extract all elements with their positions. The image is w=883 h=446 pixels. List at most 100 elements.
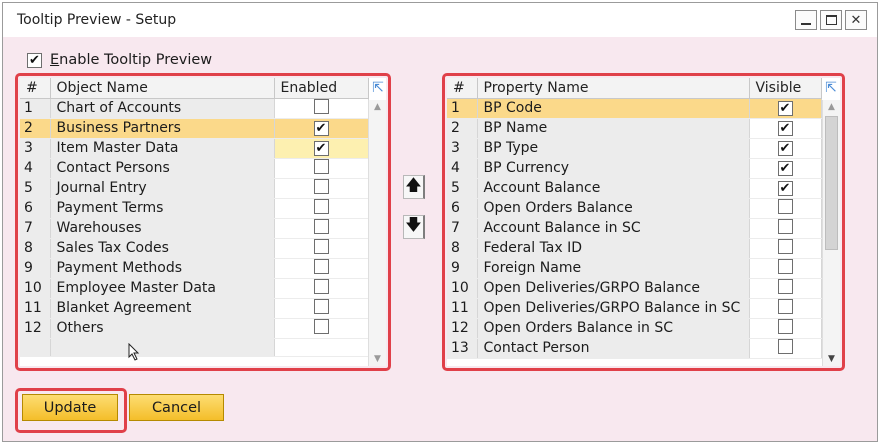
objects-row-name: Business Partners — [50, 118, 275, 139]
visible-checkbox[interactable] — [777, 218, 793, 234]
objects-col-num[interactable]: # — [20, 78, 51, 99]
objects-row[interactable]: 3 Item Master Data ✔ — [20, 138, 369, 159]
update-button[interactable]: Update — [22, 394, 118, 421]
properties-row-name: Foreign Name — [477, 258, 750, 279]
objects-row[interactable]: 1 Chart of Accounts — [20, 98, 369, 119]
properties-row[interactable]: 9 Foreign Name — [447, 258, 822, 279]
visible-checkbox[interactable] — [777, 238, 793, 254]
objects-row[interactable]: 4 Contact Persons — [20, 158, 369, 179]
scroll-thumb[interactable] — [825, 116, 838, 250]
objects-row-checkbox-cell: ✔ — [274, 138, 369, 159]
properties-scrollbar[interactable]: ▲ ▼ — [822, 100, 840, 366]
scroll-down-icon[interactable]: ▼ — [823, 352, 840, 366]
objects-row-number: 5 — [20, 178, 51, 199]
properties-row-name: Open Orders Balance — [477, 198, 750, 219]
visible-checkbox[interactable]: ✔ — [777, 121, 793, 136]
objects-scrollbar[interactable]: ▲ ▼ — [368, 100, 386, 366]
enabled-checkbox[interactable] — [313, 178, 329, 194]
expand-icon[interactable]: ⇱ — [370, 80, 386, 96]
enabled-checkbox[interactable] — [313, 318, 329, 334]
properties-row-number: 8 — [447, 238, 478, 259]
properties-row[interactable]: 13 Contact Person — [447, 338, 822, 359]
properties-row[interactable]: 12 Open Orders Balance in SC — [447, 318, 822, 339]
objects-row[interactable]: 7 Warehouses — [20, 218, 369, 239]
check-icon: ✔ — [779, 161, 791, 176]
scroll-up-icon[interactable]: ▲ — [823, 100, 840, 114]
objects-row-name: Sales Tax Codes — [50, 238, 275, 259]
scroll-up-icon[interactable]: ▲ — [369, 100, 386, 114]
properties-row-name: Open Deliveries/GRPO Balance in SC — [477, 298, 750, 319]
properties-row-number: 2 — [447, 118, 478, 139]
properties-row[interactable]: 4 BP Currency ✔ — [447, 158, 822, 179]
move-up-button[interactable]: 🡅 — [403, 175, 425, 199]
objects-col-enabled[interactable]: Enabled — [274, 78, 369, 99]
objects-row[interactable]: 6 Payment Terms — [20, 198, 369, 219]
properties-row-name: Open Orders Balance in SC — [477, 318, 750, 339]
move-down-button[interactable]: 🡇 — [403, 215, 425, 239]
properties-row[interactable]: 3 BP Type ✔ — [447, 138, 822, 159]
properties-col-name[interactable]: Property Name — [477, 78, 750, 99]
properties-row-number: 1 — [447, 98, 478, 119]
check-icon: ✔ — [315, 141, 327, 156]
properties-row[interactable]: 8 Federal Tax ID — [447, 238, 822, 259]
enabled-checkbox[interactable] — [313, 158, 329, 174]
visible-checkbox[interactable] — [777, 298, 793, 314]
cancel-button[interactable]: Cancel — [129, 394, 224, 421]
objects-row[interactable]: 8 Sales Tax Codes — [20, 238, 369, 259]
visible-checkbox[interactable] — [777, 198, 793, 214]
enabled-checkbox[interactable] — [313, 258, 329, 274]
properties-row-number: 5 — [447, 178, 478, 199]
objects-row[interactable]: 11 Blanket Agreement — [20, 298, 369, 319]
properties-row[interactable]: 7 Account Balance in SC — [447, 218, 822, 239]
properties-row-number: 11 — [447, 298, 478, 319]
objects-row-number: 6 — [20, 198, 51, 219]
objects-row[interactable]: 12 Others — [20, 318, 369, 339]
properties-row-number: 4 — [447, 158, 478, 179]
properties-row[interactable]: 1 BP Code ✔ — [447, 98, 822, 119]
visible-checkbox[interactable]: ✔ — [777, 181, 793, 196]
objects-row-number: 11 — [20, 298, 51, 319]
properties-row[interactable]: 6 Open Orders Balance — [447, 198, 822, 219]
objects-row-checkbox-cell — [274, 318, 369, 339]
properties-col-num[interactable]: # — [447, 78, 478, 99]
properties-col-visible[interactable]: Visible — [749, 78, 822, 99]
objects-col-name[interactable]: Object Name — [50, 78, 275, 99]
objects-row[interactable]: 2 Business Partners ✔ — [20, 118, 369, 139]
objects-row-checkbox-cell — [274, 278, 369, 299]
objects-row-name: Chart of Accounts — [50, 98, 275, 119]
enabled-checkbox[interactable] — [313, 278, 329, 294]
properties-row[interactable]: 11 Open Deliveries/GRPO Balance in SC — [447, 298, 822, 319]
minimize-button[interactable] — [795, 10, 817, 30]
enabled-checkbox[interactable] — [313, 238, 329, 254]
objects-row[interactable]: 5 Journal Entry — [20, 178, 369, 199]
properties-row-checkbox-cell — [749, 258, 822, 279]
visible-checkbox[interactable] — [777, 338, 793, 354]
objects-row[interactable]: 10 Employee Master Data — [20, 278, 369, 299]
scroll-down-icon[interactable]: ▼ — [369, 352, 386, 366]
visible-checkbox[interactable] — [777, 258, 793, 274]
maximize-button[interactable] — [820, 10, 842, 30]
visible-checkbox[interactable]: ✔ — [777, 101, 793, 116]
enabled-checkbox[interactable] — [313, 198, 329, 214]
properties-row[interactable]: 5 Account Balance ✔ — [447, 178, 822, 199]
properties-row-number: 7 — [447, 218, 478, 239]
close-button[interactable]: ✕ — [845, 10, 867, 30]
objects-row-checkbox-cell — [274, 238, 369, 259]
enabled-checkbox[interactable]: ✔ — [313, 121, 329, 136]
visible-checkbox[interactable] — [777, 278, 793, 294]
objects-empty-cell — [50, 338, 275, 357]
enabled-checkbox[interactable] — [313, 298, 329, 314]
enable-tooltip-checkbox[interactable]: ✔ — [27, 52, 42, 68]
enabled-checkbox[interactable] — [313, 218, 329, 234]
visible-checkbox[interactable]: ✔ — [777, 161, 793, 176]
enabled-checkbox[interactable]: ✔ — [313, 141, 329, 156]
properties-row[interactable]: 10 Open Deliveries/GRPO Balance — [447, 278, 822, 299]
visible-checkbox[interactable] — [777, 318, 793, 334]
objects-row[interactable]: 9 Payment Methods — [20, 258, 369, 279]
objects-row-checkbox-cell — [274, 298, 369, 319]
enabled-checkbox[interactable] — [313, 98, 329, 114]
properties-row[interactable]: 2 BP Name ✔ — [447, 118, 822, 139]
expand-icon[interactable]: ⇱ — [823, 80, 839, 96]
enable-tooltip-row[interactable]: ✔ Enable Tooltip Preview — [27, 52, 212, 68]
visible-checkbox[interactable]: ✔ — [777, 141, 793, 156]
